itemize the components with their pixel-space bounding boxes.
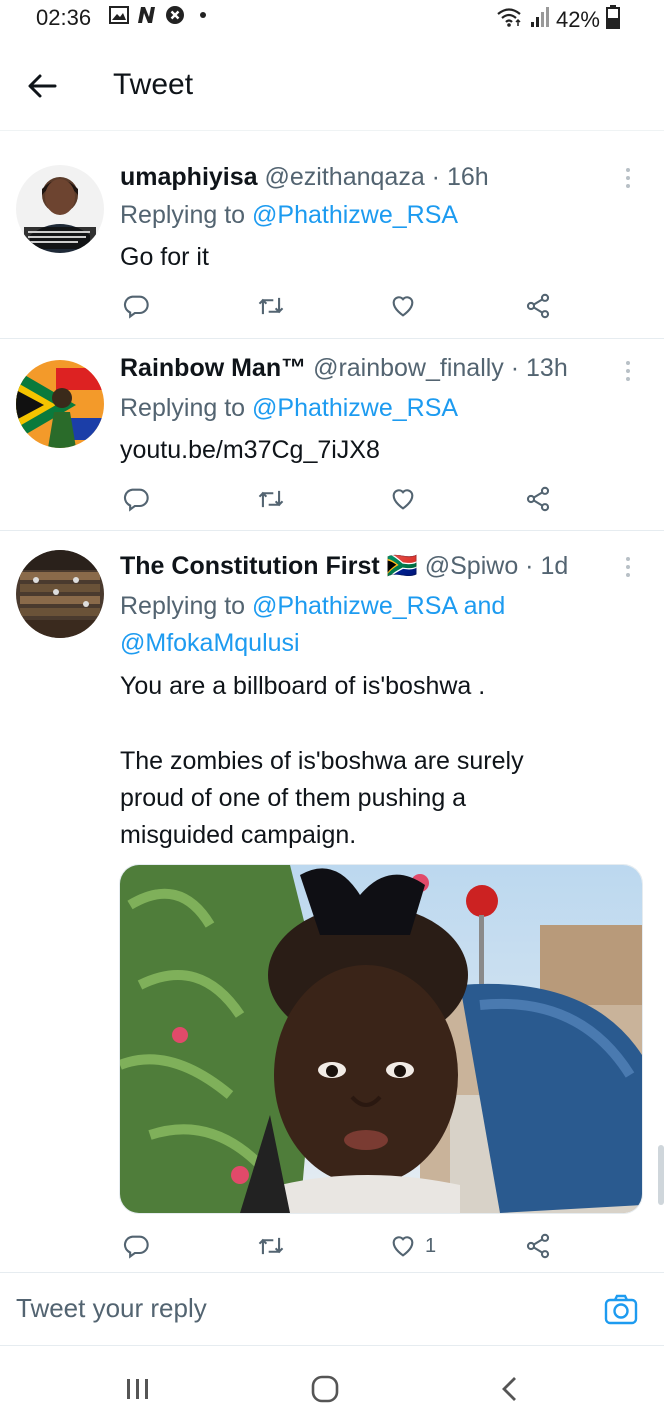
app-header: Tweet [0,50,664,131]
display-name[interactable]: umaphiyisa [120,163,258,191]
tweet-text: You are a billboard of is'boshwa . The z… [120,668,624,854]
camera-icon [604,1294,638,1325]
more-options-button[interactable] [618,163,638,193]
separator: · [424,163,447,191]
reply-button[interactable] [122,286,150,326]
retweet-icon [258,1237,284,1255]
heart-icon [392,296,414,317]
retweet-icon [258,490,284,508]
handle[interactable]: @Spiwo [425,552,518,580]
share-icon [526,1233,550,1259]
back-button[interactable] [24,68,60,104]
share-icon [526,293,550,319]
tweet-header: umaphiyisa @ezithanqaza · 16h [120,163,614,192]
tweet-text-line: proud of one of them pushing a [120,784,467,812]
home-button[interactable] [305,1369,345,1409]
retweet-button[interactable] [256,479,286,519]
dot-icon [192,4,214,26]
tweet-actions: 1 [0,1226,664,1266]
back-arrow-icon [28,74,57,98]
more-options-button[interactable] [618,356,638,386]
mention-link-2[interactable]: @MfokaMqulusi [120,629,300,657]
timestamp[interactable]: 1d [540,552,568,580]
youtube-link[interactable]: youtu.be/m37Cg_7iJX8 [120,432,624,469]
gallery-icon [108,4,130,26]
n-notification-icon [136,4,158,26]
avatar[interactable] [16,165,104,253]
reply-icon [123,295,149,319]
replying-prefix: Replying to [120,394,253,422]
avatar[interactable] [16,550,104,638]
status-notification-icons [108,4,214,26]
chevron-left-icon [502,1377,516,1401]
status-time: 02:36 [36,5,92,30]
battery-percent: 42% [555,7,600,32]
more-options-button[interactable] [618,552,638,582]
mention-link[interactable]: @Phathizwe_RSA and [252,592,505,620]
battery-icon [606,5,620,35]
tweet-media-image[interactable] [119,864,643,1214]
retweet-button[interactable] [256,1226,286,1266]
replying-to: Replying to @Phathizwe_RSA and @MfokaMqu… [120,588,505,662]
avatar[interactable] [16,360,104,448]
shield-x-icon [164,4,186,26]
timestamp[interactable]: 16h [447,163,489,191]
reply-icon [123,488,149,512]
tweet-1[interactable]: umaphiyisa @ezithanqaza · 16h Replying t… [0,131,664,339]
reply-composer: Tweet your reply [0,1272,664,1346]
like-button[interactable] [389,286,425,326]
tweet-2[interactable]: Rainbow Man™ @rainbow_finally · 13h Repl… [0,338,664,531]
tweet-header: Rainbow Man™ @rainbow_finally · 13h [120,354,614,383]
display-name[interactable]: The Constitution First [120,552,380,580]
flag-emoji: 🇿🇦 [386,552,418,580]
mention-link[interactable]: @Phathizwe_RSA [252,201,458,229]
display-name[interactable]: Rainbow Man™ [120,354,306,382]
handle[interactable]: @ezithanqaza [265,163,425,191]
like-count: 1 [425,1234,437,1257]
tweet-actions [0,479,664,519]
back-nav-button[interactable] [490,1369,530,1409]
replying-to: Replying to @Phathizwe_RSA [120,197,458,234]
tweet-text-line: misguided campaign. [120,821,357,849]
tweet-header: The Constitution First 🇿🇦 @Spiwo · 1d [120,552,614,581]
heart-icon [392,489,414,510]
tweet-text: Go for it [120,243,209,271]
share-button[interactable] [524,286,552,326]
signal-icon [530,6,550,34]
reply-input[interactable]: Tweet your reply [16,1293,207,1324]
like-button[interactable] [389,479,425,519]
retweet-button[interactable] [256,286,286,326]
scrollbar-thumb[interactable] [658,1145,664,1205]
timestamp[interactable]: 13h [526,354,568,382]
share-button[interactable] [524,1226,552,1266]
handle[interactable]: @rainbow_finally [313,354,504,382]
camera-button[interactable] [604,1293,638,1327]
home-icon [311,1375,339,1403]
system-navigation-bar [0,1345,664,1417]
tweet-text-line: You are a billboard of is'boshwa . [120,672,486,700]
reply-button[interactable] [122,1226,150,1266]
reply-button[interactable] [122,479,150,519]
status-bar: 02:36 42% [0,0,664,36]
recent-apps-button[interactable] [118,1369,158,1409]
tweet-actions [0,286,664,326]
share-button[interactable] [524,479,552,519]
reply-icon [123,1235,149,1259]
heart-icon [392,1236,414,1257]
recents-icon [127,1379,148,1399]
mention-link[interactable]: @Phathizwe_RSA [252,394,458,422]
wifi-icon [496,6,524,34]
separator: · [518,552,541,580]
retweet-icon [258,297,284,315]
like-button[interactable]: 1 [389,1226,436,1266]
replying-to: Replying to @Phathizwe_RSA [120,390,458,427]
share-icon [526,486,550,512]
status-right-group: 42% [496,5,620,35]
replying-prefix: Replying to [120,592,253,620]
replying-prefix: Replying to [120,201,253,229]
tweet-text-line: The zombies of is'boshwa are surely [120,747,524,775]
separator: · [503,354,527,382]
page-title: Tweet [113,68,194,101]
